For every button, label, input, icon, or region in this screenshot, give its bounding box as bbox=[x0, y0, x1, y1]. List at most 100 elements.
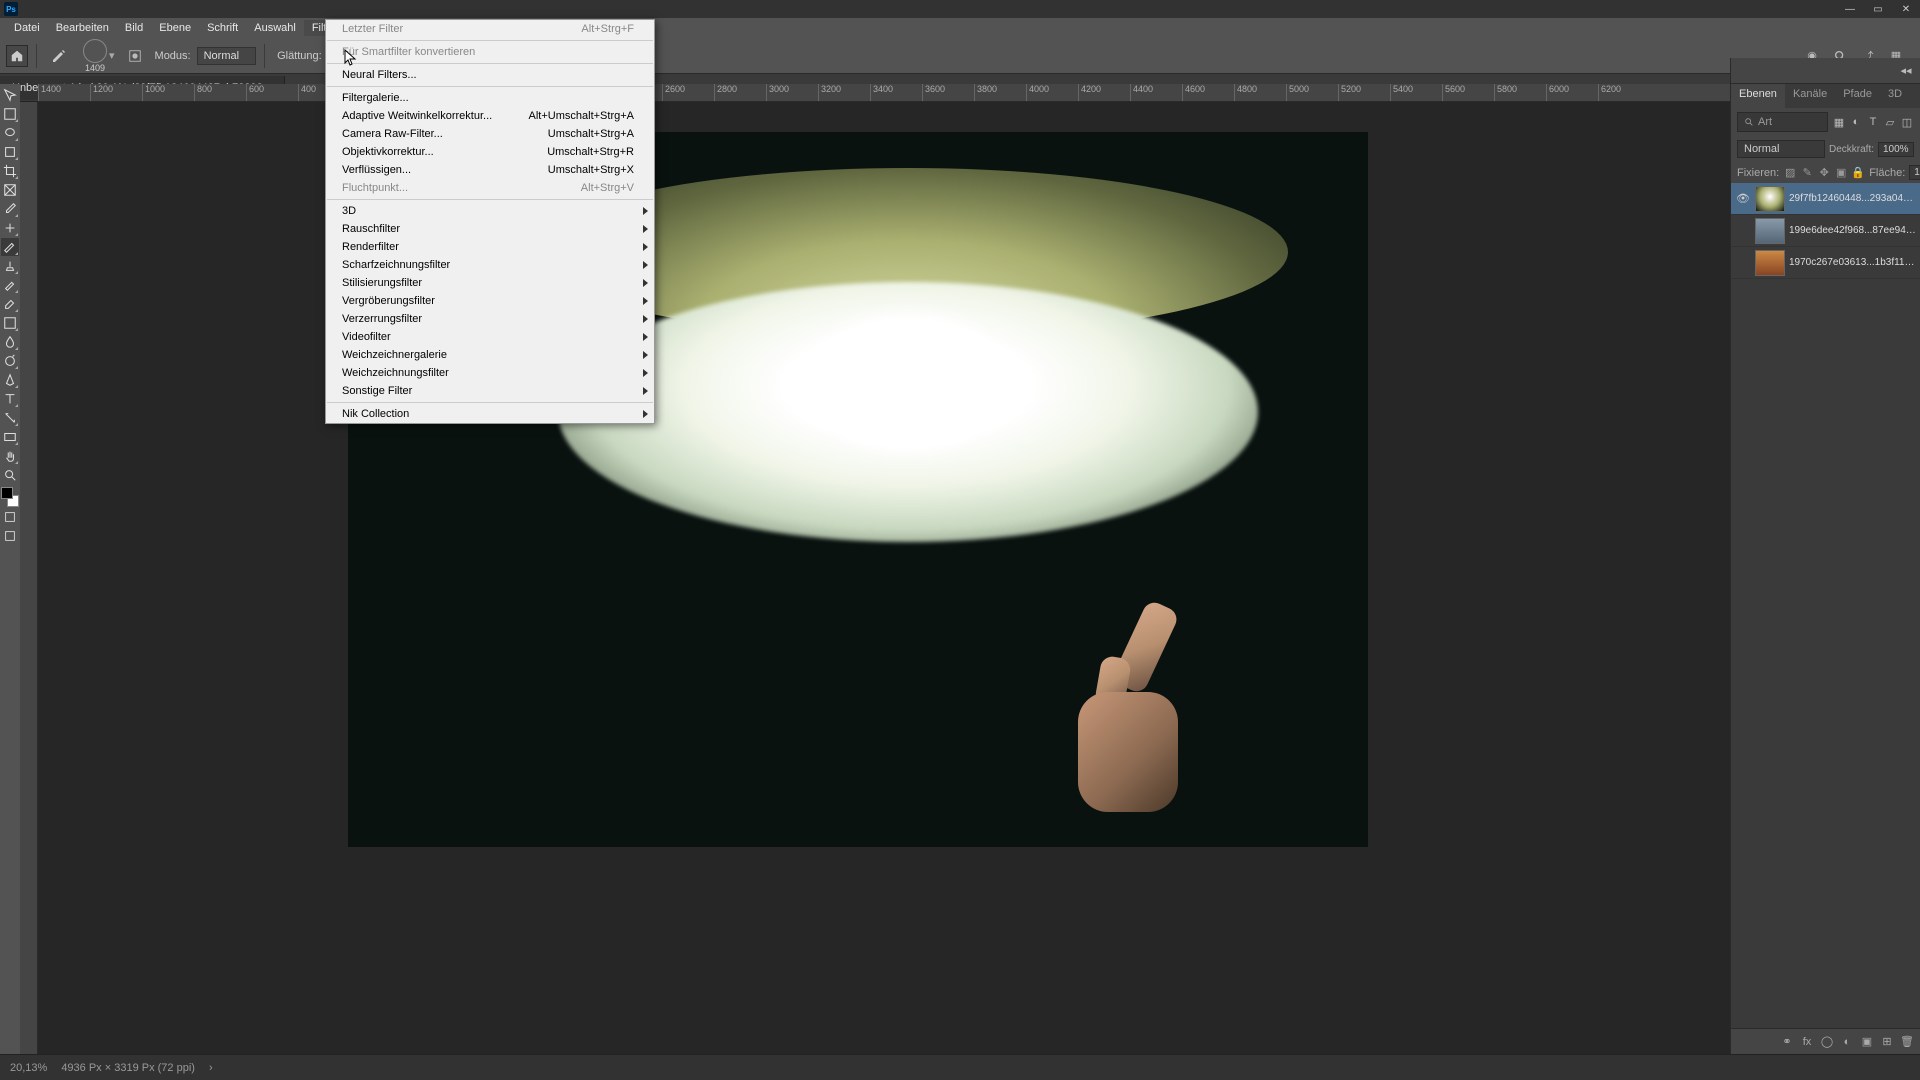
marquee-tool[interactable] bbox=[1, 105, 19, 123]
canvas-area[interactable] bbox=[38, 102, 1730, 1054]
filter-smart-icon[interactable]: ◫ bbox=[1900, 115, 1914, 129]
home-button[interactable] bbox=[6, 45, 28, 67]
panel-tab-kanäle[interactable]: Kanäle bbox=[1785, 84, 1835, 108]
zoom-level[interactable]: 20,13% bbox=[10, 1062, 47, 1074]
layer-name[interactable]: 1970c267e03613...1b3f115e14179 bbox=[1789, 257, 1916, 268]
panel-tab-3d[interactable]: 3D bbox=[1880, 84, 1910, 108]
filter-menu-dropdown[interactable]: Letzter FilterAlt+Strg+FFür Smartfilter … bbox=[325, 19, 655, 424]
lock-transparency-icon[interactable]: ▨ bbox=[1783, 166, 1797, 180]
brush-size-picker[interactable]: 1409 ▾ bbox=[79, 37, 119, 75]
layer-name[interactable]: 199e6dee42f968...87ee94944802d bbox=[1789, 225, 1916, 236]
layer-thumbnail[interactable] bbox=[1755, 218, 1785, 244]
shape-tool[interactable] bbox=[1, 428, 19, 446]
doc-info-arrow[interactable]: › bbox=[209, 1062, 213, 1074]
menu-item-objektivkorrektur-[interactable]: Objektivkorrektur...Umschalt+Strg+R bbox=[326, 143, 654, 161]
menu-bearbeiten[interactable]: Bearbeiten bbox=[48, 20, 117, 36]
menu-item-sonstige-filter[interactable]: Sonstige Filter bbox=[326, 382, 654, 400]
eraser-tool[interactable] bbox=[1, 295, 19, 313]
minimize-button[interactable]: — bbox=[1836, 0, 1864, 18]
stamp-tool[interactable] bbox=[1, 257, 19, 275]
selection-tool[interactable] bbox=[1, 143, 19, 161]
menu-item-vergr-berungsfilter[interactable]: Vergröberungsfilter bbox=[326, 292, 654, 310]
foreground-background-colors[interactable] bbox=[1, 487, 19, 507]
brush-tool[interactable] bbox=[1, 238, 19, 256]
menu-item-nik-collection[interactable]: Nik Collection bbox=[326, 405, 654, 423]
blur-tool[interactable] bbox=[1, 333, 19, 351]
layer-thumbnail[interactable] bbox=[1755, 250, 1785, 276]
opacity-input[interactable]: 100% bbox=[1878, 142, 1914, 157]
layer-blend-mode[interactable]: Normal bbox=[1737, 140, 1825, 158]
panel-tab-ebenen[interactable]: Ebenen bbox=[1731, 84, 1785, 108]
layer-row[interactable]: 👁 29f7fb12460448...293a047894a38 bbox=[1731, 183, 1920, 215]
zoom-tool[interactable] bbox=[1, 466, 19, 484]
menu-item-verzerrungsfilter[interactable]: Verzerrungsfilter bbox=[326, 310, 654, 328]
layer-filter-search[interactable]: Art bbox=[1737, 112, 1828, 132]
filter-adjustment-icon[interactable]: ◐ bbox=[1849, 115, 1863, 129]
menu-item-camera-raw-filter-[interactable]: Camera Raw-Filter...Umschalt+Strg+A bbox=[326, 125, 654, 143]
lock-pixels-icon[interactable]: ✎ bbox=[1800, 166, 1814, 180]
maximize-button[interactable]: ▭ bbox=[1864, 0, 1892, 18]
delete-layer-icon[interactable]: 🗑 bbox=[1900, 1035, 1914, 1048]
menu-item-scharfzeichnungsfilter[interactable]: Scharfzeichnungsfilter bbox=[326, 256, 654, 274]
tool-preset-picker[interactable] bbox=[45, 42, 73, 70]
blend-mode-select[interactable]: Normal bbox=[197, 47, 256, 65]
menu-item-videofilter[interactable]: Videofilter bbox=[326, 328, 654, 346]
brush-settings-icon[interactable] bbox=[125, 46, 145, 66]
frame-tool[interactable] bbox=[1, 181, 19, 199]
menu-item-weichzeichnungsfilter[interactable]: Weichzeichnungsfilter bbox=[326, 364, 654, 382]
screenmode-icon[interactable] bbox=[1, 527, 19, 545]
layer-thumbnail[interactable] bbox=[1755, 186, 1785, 212]
menu-item-stilisierungsfilter[interactable]: Stilisierungsfilter bbox=[326, 274, 654, 292]
filter-pixel-icon[interactable]: ▦ bbox=[1832, 115, 1846, 129]
lasso-tool[interactable] bbox=[1, 124, 19, 142]
path-tool[interactable] bbox=[1, 409, 19, 427]
menu-item-adaptive-weitwinkelkorrektur-[interactable]: Adaptive Weitwinkelkorrektur...Alt+Umsch… bbox=[326, 107, 654, 125]
quickmask-icon[interactable] bbox=[1, 508, 19, 526]
panel-tab-pfade[interactable]: Pfade bbox=[1835, 84, 1880, 108]
lock-position-icon[interactable]: ✥ bbox=[1817, 166, 1831, 180]
layer-row[interactable]: 199e6dee42f968...87ee94944802d bbox=[1731, 215, 1920, 247]
dodge-tool[interactable] bbox=[1, 352, 19, 370]
history-brush-tool[interactable] bbox=[1, 276, 19, 294]
layer-style-icon[interactable]: fx bbox=[1800, 1036, 1814, 1048]
lock-label: Fixieren: bbox=[1737, 167, 1779, 179]
crop-tool[interactable] bbox=[1, 162, 19, 180]
new-layer-icon[interactable]: ⊞ bbox=[1880, 1035, 1894, 1048]
menu-item-rauschfilter[interactable]: Rauschfilter bbox=[326, 220, 654, 238]
menu-item-weichzeichnergalerie[interactable]: Weichzeichnergalerie bbox=[326, 346, 654, 364]
pen-tool[interactable] bbox=[1, 371, 19, 389]
type-tool[interactable] bbox=[1, 390, 19, 408]
gradient-tool[interactable] bbox=[1, 314, 19, 332]
menu-item-3d[interactable]: 3D bbox=[326, 202, 654, 220]
fill-input[interactable]: 100% bbox=[1909, 165, 1920, 180]
menu-item-filtergalerie-[interactable]: Filtergalerie... bbox=[326, 89, 654, 107]
doc-info: 4936 Px × 3319 Px (72 ppi) bbox=[61, 1062, 195, 1074]
menu-auswahl[interactable]: Auswahl bbox=[246, 20, 304, 36]
lock-all-icon[interactable]: 🔒 bbox=[1851, 166, 1865, 180]
filter-type-icon[interactable]: T bbox=[1866, 115, 1880, 129]
link-layers-icon[interactable]: ⚭ bbox=[1780, 1035, 1794, 1048]
group-icon[interactable]: ▣ bbox=[1860, 1035, 1874, 1048]
layer-mask-icon[interactable]: ◯ bbox=[1820, 1035, 1834, 1048]
menu-item-renderfilter[interactable]: Renderfilter bbox=[326, 238, 654, 256]
smoothing-label: Glättung: bbox=[277, 50, 322, 62]
panel-collapse-icon[interactable]: ◂◂ bbox=[1898, 62, 1914, 78]
lock-artboard-icon[interactable]: ▣ bbox=[1834, 166, 1848, 180]
hand-tool[interactable] bbox=[1, 447, 19, 465]
visibility-toggle[interactable]: 👁 bbox=[1735, 192, 1751, 205]
menu-schrift[interactable]: Schrift bbox=[199, 20, 246, 36]
menu-item-verfl-ssigen-[interactable]: Verflüssigen...Umschalt+Strg+X bbox=[326, 161, 654, 179]
menu-item-letzter-filter: Letzter FilterAlt+Strg+F bbox=[326, 20, 654, 38]
filter-shape-icon[interactable]: ▱ bbox=[1883, 115, 1897, 129]
menu-ebene[interactable]: Ebene bbox=[151, 20, 199, 36]
eyedropper-tool[interactable] bbox=[1, 200, 19, 218]
healing-tool[interactable] bbox=[1, 219, 19, 237]
adjustment-layer-icon[interactable]: ◐ bbox=[1840, 1036, 1854, 1048]
close-button[interactable]: ✕ bbox=[1892, 0, 1920, 18]
menu-bild[interactable]: Bild bbox=[117, 20, 151, 36]
menu-datei[interactable]: Datei bbox=[6, 20, 48, 36]
menu-item-neural-filters-[interactable]: Neural Filters... bbox=[326, 66, 654, 84]
layer-row[interactable]: 1970c267e03613...1b3f115e14179 bbox=[1731, 247, 1920, 279]
layer-name[interactable]: 29f7fb12460448...293a047894a38 bbox=[1789, 193, 1916, 204]
move-tool[interactable] bbox=[1, 86, 19, 104]
